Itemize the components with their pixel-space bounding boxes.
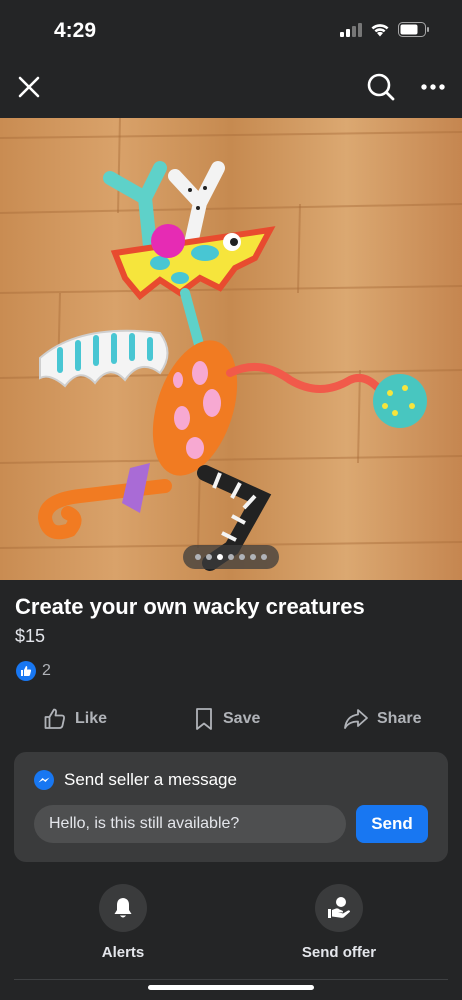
pager-dot	[228, 554, 234, 560]
status-icons	[340, 22, 430, 37]
message-input[interactable]: Hello, is this still available?	[34, 805, 346, 843]
pager-dot-active	[217, 554, 223, 560]
save-button[interactable]: Save	[193, 702, 260, 736]
pager-dot	[261, 554, 267, 560]
signal-icon	[340, 22, 362, 37]
pager-dot	[250, 554, 256, 560]
message-card: Send seller a message Hello, is this sti…	[14, 752, 448, 862]
send-button[interactable]: Send	[356, 805, 428, 843]
thumbs-up-icon	[44, 708, 65, 729]
listing-title: Create your own wacky creatures	[15, 594, 365, 619]
status-time: 4:29	[54, 19, 97, 42]
like-reaction-icon	[16, 661, 36, 681]
action-row: Like Save Share	[0, 702, 462, 736]
like-button[interactable]: Like	[43, 702, 107, 736]
likes-count: 2	[42, 662, 51, 679]
top-nav	[0, 60, 462, 118]
close-icon[interactable]	[14, 72, 44, 102]
product-photo[interactable]	[0, 118, 462, 580]
alerts-button[interactable]: Alerts	[53, 884, 193, 961]
bookmark-icon	[196, 708, 212, 730]
divider	[14, 979, 448, 980]
listing-price: $15	[15, 626, 46, 646]
send-offer-label: Send offer	[301, 944, 377, 961]
battery-icon	[398, 22, 429, 37]
message-title: Send seller a message	[64, 770, 237, 789]
wifi-icon	[371, 24, 389, 37]
like-label: Like	[75, 710, 108, 727]
pager-dot	[206, 554, 212, 560]
messenger-icon	[34, 770, 54, 790]
alerts-circle	[99, 884, 147, 932]
alerts-label: Alerts	[101, 944, 145, 961]
share-button[interactable]: Share	[343, 702, 421, 736]
pager-dot	[195, 554, 201, 560]
photo-pager[interactable]	[183, 545, 279, 569]
bell-icon	[114, 898, 132, 918]
send-offer-circle	[315, 884, 363, 932]
likes-summary[interactable]: 2	[16, 661, 51, 681]
search-icon[interactable]	[366, 72, 396, 102]
more-icon[interactable]	[418, 72, 448, 102]
bottom-actions: Alerts Send offer	[0, 884, 462, 964]
message-header: Send seller a message	[34, 770, 237, 790]
send-offer-button[interactable]: Send offer	[269, 884, 409, 961]
offer-hand-icon	[328, 897, 350, 918]
status-bar: 4:29	[0, 0, 462, 60]
pager-dot	[239, 554, 245, 560]
home-indicator[interactable]	[148, 985, 314, 990]
share-label: Share	[377, 710, 422, 727]
share-icon	[344, 709, 368, 729]
save-label: Save	[223, 710, 261, 727]
